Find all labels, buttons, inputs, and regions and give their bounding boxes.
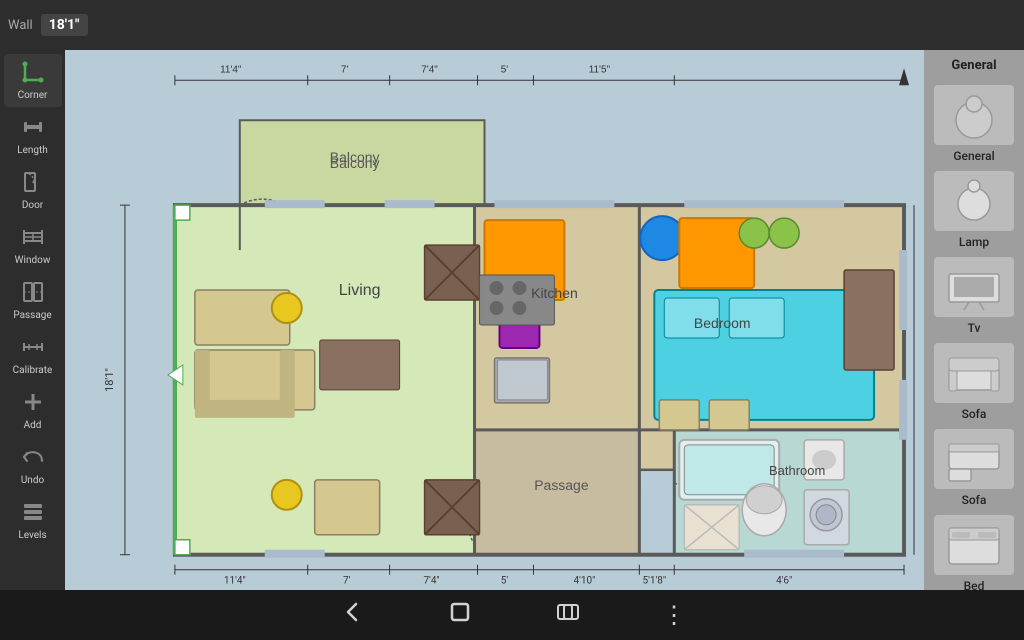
corner-icon [21, 60, 45, 87]
svg-text:4'6": 4'6" [776, 576, 792, 587]
svg-text:11'4": 11'4" [220, 64, 242, 75]
tool-add[interactable]: Add [4, 384, 62, 437]
window-icon [21, 225, 45, 252]
left-toolbar: Corner Length Door [0, 50, 65, 590]
svg-text:Bedroom: Bedroom [694, 315, 751, 331]
furniture-sofa2-label: Sofa [962, 493, 987, 507]
tool-add-label: Add [24, 420, 42, 431]
svg-text:11'5": 11'5" [589, 64, 611, 75]
svg-text:5': 5' [501, 576, 509, 587]
svg-text:7': 7' [343, 576, 351, 587]
length-icon [21, 115, 45, 142]
tool-calibrate[interactable]: Calibrate [4, 329, 62, 382]
svg-text:Bathroom: Bathroom [769, 463, 825, 478]
main-row: Corner Length Door [0, 50, 1024, 590]
tool-length-label: Length [17, 145, 48, 156]
home-button[interactable] [446, 598, 474, 632]
tool-levels[interactable]: Levels [4, 494, 62, 547]
furniture-lamp[interactable]: Lamp [930, 171, 1018, 249]
tool-passage-label: Passage [13, 310, 51, 321]
tool-levels-label: Levels [18, 530, 46, 541]
svg-text:Balcony: Balcony [330, 149, 380, 165]
svg-text:11'4": 11'4" [224, 576, 246, 587]
tool-corner[interactable]: Corner [4, 54, 62, 107]
tool-corner-label: Corner [18, 90, 48, 101]
svg-text:5'1'8": 5'1'8" [643, 576, 667, 587]
svg-text:7'4": 7'4" [421, 64, 438, 75]
tool-door-label: Door [22, 200, 43, 211]
bottombar: ⋮ [0, 590, 1024, 640]
tool-length[interactable]: Length [4, 109, 62, 162]
furniture-sofa2[interactable]: Sofa [930, 429, 1018, 507]
furniture-tv[interactable]: Tv [930, 257, 1018, 335]
levels-icon [21, 500, 45, 527]
tool-passage[interactable]: Passage [4, 274, 62, 327]
add-icon [21, 390, 45, 417]
tool-window[interactable]: Window [4, 219, 62, 272]
right-panel: General General Lamp [924, 50, 1024, 590]
wall-label: Wall [8, 18, 33, 33]
furniture-bed-label: Bed [964, 579, 985, 590]
tool-undo-label: Undo [21, 475, 44, 486]
back-button[interactable] [338, 598, 366, 632]
right-panel-title: General [951, 58, 996, 73]
svg-text:7': 7' [341, 64, 349, 75]
undo-icon [21, 445, 45, 472]
topbar: Wall 18'1" [0, 0, 1024, 50]
wall-value: 18'1" [41, 14, 88, 36]
recent-button[interactable] [554, 598, 582, 632]
furniture-bed[interactable]: Bed [930, 515, 1018, 590]
svg-text:7'4": 7'4" [423, 576, 439, 587]
svg-text:Living: Living [339, 282, 381, 299]
furniture-sofa1[interactable]: Sofa [930, 343, 1018, 421]
svg-text:4'10": 4'10" [574, 576, 596, 587]
svg-text:Passage: Passage [534, 477, 589, 493]
tool-window-label: Window [15, 255, 51, 266]
passage-icon [21, 280, 45, 307]
furniture-general-label: General [953, 149, 994, 163]
svg-text:18'1": 18'1" [103, 368, 116, 392]
furniture-general[interactable]: General [930, 85, 1018, 163]
furniture-lamp-label: Lamp [959, 235, 989, 249]
svg-text:5': 5' [501, 64, 509, 75]
calibrate-icon [21, 335, 45, 362]
menu-button[interactable]: ⋮ [662, 601, 686, 629]
tool-undo[interactable]: Undo [4, 439, 62, 492]
floorplan-container[interactable]: 11'4" 7' 7'4" 5' 11'5" Balcony [65, 50, 924, 590]
door-icon [21, 170, 45, 197]
tool-calibrate-label: Calibrate [13, 365, 53, 376]
tool-door[interactable]: Door [4, 164, 62, 217]
furniture-tv-label: Tv [968, 321, 981, 335]
furniture-sofa1-label: Sofa [962, 407, 987, 421]
svg-text:Kitchen: Kitchen [531, 285, 578, 301]
